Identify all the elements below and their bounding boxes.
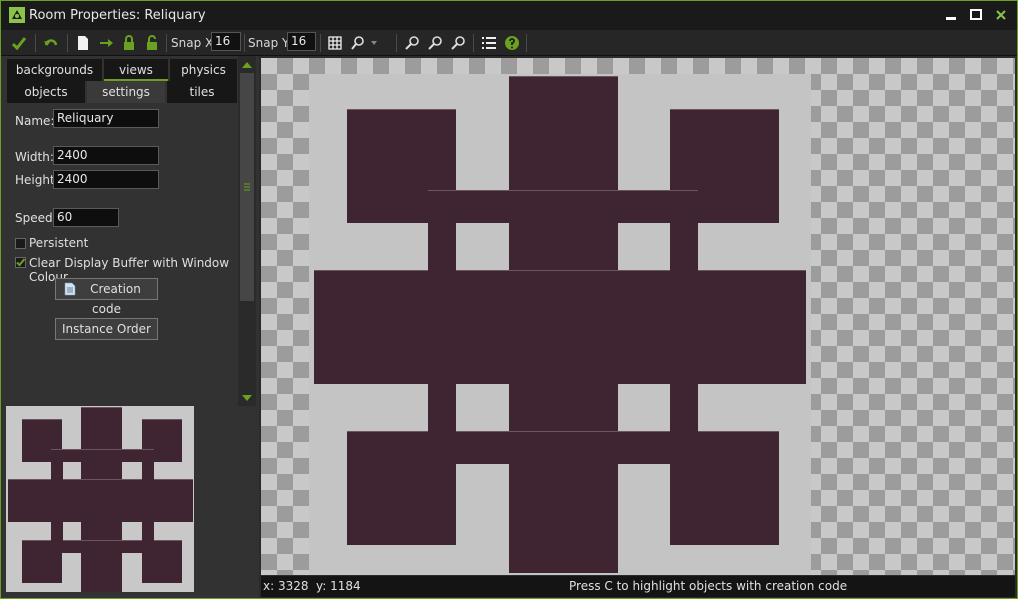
persistent-checkbox[interactable] bbox=[15, 238, 26, 249]
snap-y-label: Snap Y: bbox=[248, 36, 292, 50]
tab-backgrounds[interactable]: backgrounds bbox=[7, 59, 102, 81]
panel-scrollbar[interactable] bbox=[238, 56, 256, 406]
tab-views[interactable]: views bbox=[104, 59, 168, 81]
maximize-button[interactable] bbox=[964, 6, 988, 24]
cursor-x-readout: x: 3328 bbox=[263, 579, 309, 593]
name-label: Name: bbox=[15, 114, 55, 128]
check-mark-icon bbox=[16, 258, 26, 267]
window-title: Room Properties: Reliquary bbox=[29, 8, 206, 23]
zoom-in-icon bbox=[451, 36, 465, 50]
tab-row-top: backgrounds views physics bbox=[7, 59, 237, 81]
creation-code-label: Creation code bbox=[90, 282, 141, 316]
speed-field[interactable]: 60 bbox=[53, 208, 119, 227]
grid-icon bbox=[328, 36, 342, 50]
width-label: Width: bbox=[15, 150, 54, 164]
minimize-icon bbox=[946, 17, 956, 20]
clear-room-button[interactable] bbox=[73, 33, 93, 53]
persistent-label: Persistent bbox=[29, 236, 89, 250]
tab-row-bottom: objects settings tiles bbox=[7, 81, 237, 103]
grip-icon bbox=[244, 183, 250, 191]
snap-y-input[interactable]: 16 bbox=[287, 32, 316, 51]
toolbar: Snap X: 16 Snap Y: 16 bbox=[1, 30, 1017, 56]
unlock-icon bbox=[147, 35, 157, 50]
undo-button[interactable] bbox=[41, 33, 61, 53]
scroll-up-icon[interactable] bbox=[238, 59, 256, 71]
shift-arrow-icon bbox=[100, 39, 113, 47]
undo-icon bbox=[44, 39, 58, 46]
tab-tiles[interactable]: tiles bbox=[167, 81, 237, 103]
toggle-grid-button[interactable] bbox=[325, 33, 345, 53]
status-bar: x: 3328 y: 1184 Press C to highlight obj… bbox=[261, 576, 1015, 597]
room-settings-list-button[interactable] bbox=[479, 33, 499, 53]
maximize-icon bbox=[970, 9, 982, 20]
app-logo-icon bbox=[9, 7, 25, 23]
room-canvas[interactable] bbox=[261, 58, 1015, 575]
room-properties-window: Room Properties: Reliquary Snap X: 16 Sn… bbox=[0, 0, 1018, 599]
room-block-horizontal bbox=[314, 270, 806, 384]
zoom-in-button[interactable] bbox=[448, 33, 468, 53]
help-button[interactable] bbox=[502, 33, 522, 53]
name-field[interactable]: Reliquary bbox=[53, 109, 159, 128]
zoom-reset-icon bbox=[428, 36, 442, 50]
scroll-down-icon[interactable] bbox=[238, 392, 256, 404]
height-field[interactable]: 2400 bbox=[53, 170, 159, 189]
status-message: Press C to highlight objects with creati… bbox=[569, 579, 848, 593]
scroll-thumb[interactable] bbox=[240, 73, 254, 301]
close-button[interactable] bbox=[989, 6, 1013, 24]
script-page-icon bbox=[64, 282, 76, 296]
room-ring-left bbox=[428, 190, 456, 464]
clear-buffer-checkbox[interactable] bbox=[15, 257, 26, 268]
close-icon bbox=[996, 10, 1006, 20]
help-icon bbox=[505, 36, 519, 50]
tab-objects[interactable]: objects bbox=[7, 81, 85, 103]
shift-instances-button[interactable] bbox=[96, 33, 116, 53]
zoom-out-icon bbox=[405, 36, 419, 50]
room-minimap[interactable] bbox=[6, 406, 194, 592]
lock-icon bbox=[124, 35, 134, 50]
tab-settings[interactable]: settings bbox=[87, 81, 165, 103]
zoom-dropdown-button[interactable] bbox=[349, 33, 379, 53]
room-ring-top bbox=[428, 190, 698, 223]
room-ring-bottom bbox=[428, 431, 698, 464]
cursor-y-readout: y: 1184 bbox=[316, 579, 361, 593]
creation-code-button[interactable]: Creation code bbox=[55, 278, 158, 316]
zoom-reset-button[interactable] bbox=[425, 33, 445, 53]
list-icon bbox=[482, 37, 496, 49]
lock-instances-button[interactable] bbox=[119, 33, 139, 53]
unlock-instances-button[interactable] bbox=[142, 33, 162, 53]
minimize-button[interactable] bbox=[939, 6, 963, 24]
instance-order-button[interactable]: Instance Order bbox=[55, 318, 158, 340]
width-field[interactable]: 2400 bbox=[53, 146, 159, 165]
speed-label: Speed: bbox=[15, 211, 57, 225]
zoom-out-button[interactable] bbox=[402, 33, 422, 53]
confirm-check-icon bbox=[11, 37, 27, 51]
snap-x-input[interactable]: 16 bbox=[211, 32, 241, 51]
title-bar: Room Properties: Reliquary bbox=[1, 1, 1017, 30]
room-ring-right bbox=[670, 190, 698, 464]
tab-physics[interactable]: physics bbox=[170, 59, 237, 81]
zoom-menu-icon bbox=[351, 36, 377, 50]
ok-button[interactable] bbox=[9, 33, 29, 53]
new-page-icon bbox=[78, 36, 88, 50]
room-area bbox=[309, 74, 811, 575]
